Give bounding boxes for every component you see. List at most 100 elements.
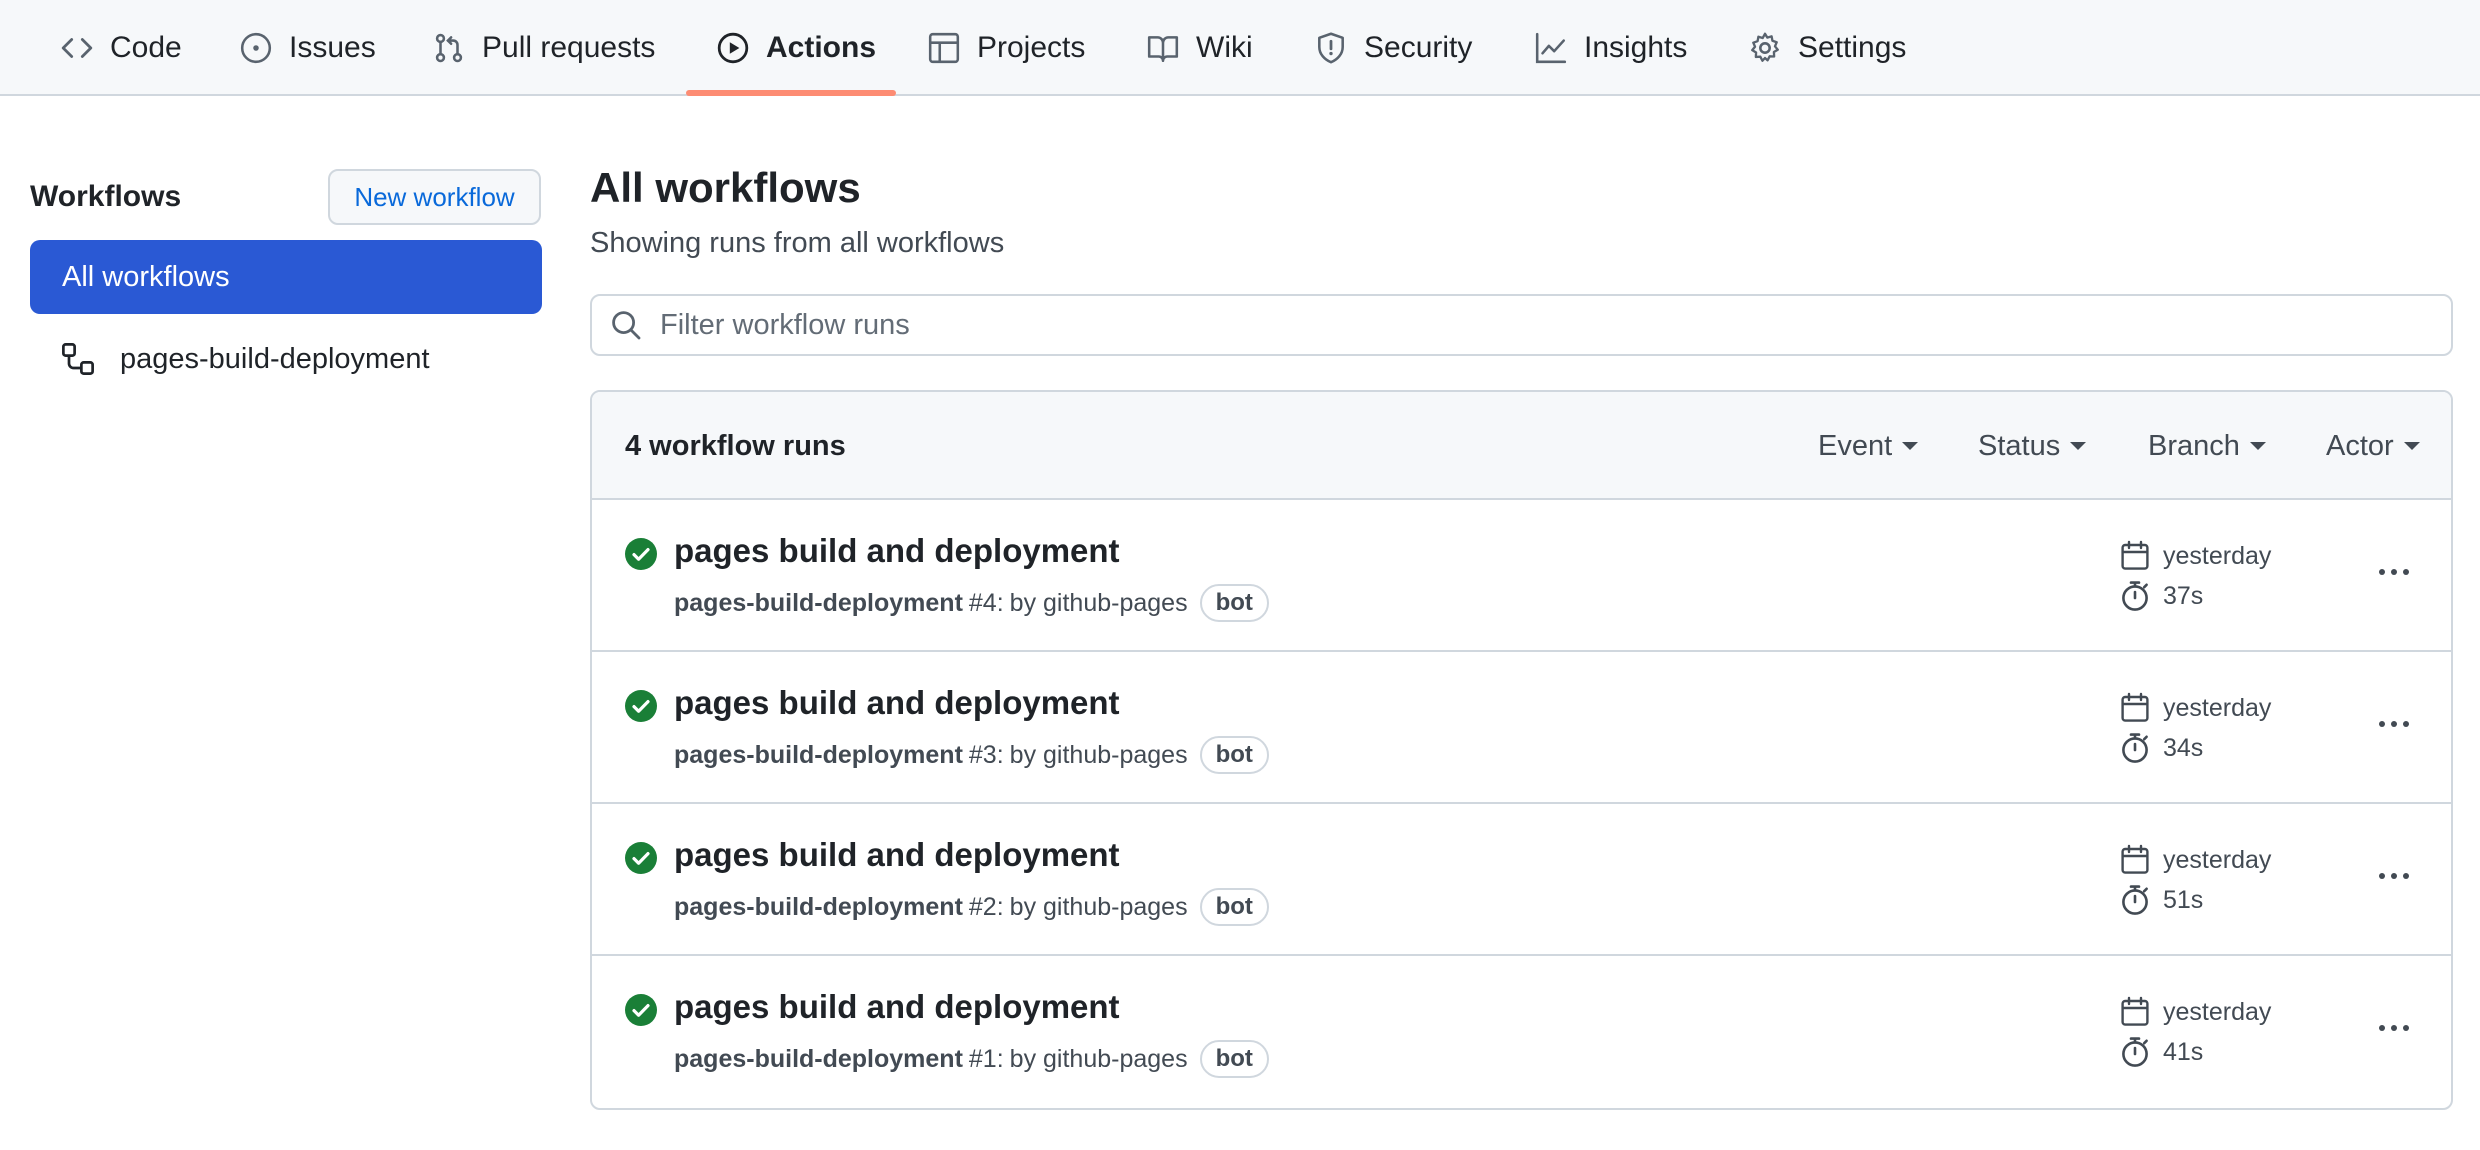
run-title-link[interactable]: pages build and deployment	[674, 988, 1120, 1026]
tab-wiki[interactable]: Wiki	[1134, 0, 1265, 96]
sidebar-item-pages-build-deployment[interactable]: pages-build-deployment	[30, 322, 542, 396]
run-number: #1:	[968, 1044, 1004, 1073]
run-meta: pages-build-deployment #1: by github-pag…	[674, 1040, 1269, 1078]
success-check-icon	[625, 690, 657, 722]
run-title-link[interactable]: pages build and deployment	[674, 532, 1120, 570]
run-meta: pages-build-deployment #3: by github-pag…	[674, 736, 1269, 774]
run-duration: 51s	[2119, 884, 2203, 916]
branch-filter-dropdown[interactable]: Branch	[2148, 392, 2266, 500]
run-title-link[interactable]: pages build and deployment	[674, 836, 1120, 874]
dropdown-label: Status	[1978, 429, 2061, 462]
run-number: #2:	[968, 892, 1004, 921]
sidebar-item-label: All workflows	[62, 260, 230, 293]
workflow-run-row[interactable]: pages build and deployment pages-build-d…	[592, 500, 2451, 652]
tab-label: Actions	[766, 31, 877, 64]
tab-label: Code	[110, 31, 182, 64]
run-actor: by github-pages	[1009, 740, 1188, 769]
pull-request-icon	[435, 33, 463, 63]
bot-badge: bot	[1199, 584, 1269, 622]
tab-settings[interactable]: Settings	[1736, 0, 1918, 96]
event-filter-dropdown[interactable]: Event	[1818, 392, 1919, 500]
sidebar-item-all-workflows[interactable]: All workflows	[30, 240, 542, 314]
filter-box	[590, 294, 2453, 356]
run-title-link[interactable]: pages build and deployment	[674, 684, 1120, 722]
status-filter-dropdown[interactable]: Status	[1978, 392, 2087, 500]
issue-icon	[240, 32, 272, 64]
tab-pull-requests[interactable]: Pull requests	[420, 0, 667, 96]
tab-code[interactable]: Code	[48, 0, 194, 96]
tab-actions[interactable]: Actions	[704, 0, 888, 96]
graph-icon	[1535, 32, 1567, 64]
tab-security[interactable]: Security	[1302, 0, 1484, 96]
calendar-icon	[2121, 540, 2149, 570]
stopwatch-icon	[2122, 1037, 2148, 1067]
kebab-menu-icon[interactable]	[2370, 704, 2418, 744]
tab-label: Wiki	[1196, 31, 1253, 64]
success-check-icon	[625, 994, 657, 1026]
run-actor: by github-pages	[1009, 1044, 1188, 1073]
dropdown-label: Event	[1818, 429, 1893, 462]
run-duration: 34s	[2119, 732, 2203, 764]
play-icon	[717, 32, 749, 64]
kebab-menu-icon[interactable]	[2370, 552, 2418, 592]
runs-header: 4 workflow runs Event Status Branch Acto…	[592, 392, 2451, 500]
workflow-icon	[62, 343, 94, 375]
run-number: #4:	[968, 588, 1004, 617]
selected-tab-underline	[686, 90, 896, 96]
run-meta: pages-build-deployment #4: by github-pag…	[674, 584, 1269, 622]
gear-icon	[1751, 32, 1779, 62]
tab-projects[interactable]: Projects	[915, 0, 1097, 96]
kebab-menu-icon[interactable]	[2370, 856, 2418, 896]
calendar-icon	[2121, 844, 2149, 874]
new-workflow-button[interactable]: New workflow	[328, 169, 541, 225]
run-date-text: yesterday	[2163, 541, 2272, 570]
run-duration-text: 41s	[2163, 1037, 2204, 1066]
run-duration-text: 51s	[2163, 885, 2204, 914]
kebab-menu-icon[interactable]	[2370, 1008, 2418, 1048]
success-check-icon	[625, 842, 657, 874]
caret-down-icon	[2403, 442, 2420, 450]
workflow-run-row[interactable]: pages build and deployment pages-build-d…	[592, 804, 2451, 956]
bot-badge: bot	[1199, 736, 1269, 774]
calendar-icon	[2121, 692, 2149, 722]
tab-label: Settings	[1798, 31, 1907, 64]
run-actor: by github-pages	[1009, 588, 1188, 617]
filter-workflow-runs-input[interactable]	[660, 308, 2360, 342]
run-meta: pages-build-deployment #2: by github-pag…	[674, 888, 1269, 926]
stopwatch-icon	[2122, 885, 2148, 915]
caret-down-icon	[1902, 442, 1919, 450]
run-actor: by github-pages	[1009, 892, 1188, 921]
run-date: yesterday	[2119, 540, 2271, 572]
tab-label: Security	[1364, 31, 1473, 64]
tab-label: Pull requests	[482, 31, 656, 64]
workflow-run-row[interactable]: pages build and deployment pages-build-d…	[592, 956, 2451, 1108]
run-date-text: yesterday	[2163, 693, 2272, 722]
book-icon	[1147, 36, 1179, 63]
run-date: yesterday	[2119, 996, 2271, 1028]
run-duration-text: 37s	[2163, 581, 2204, 610]
stopwatch-icon	[2122, 733, 2148, 763]
shield-icon	[1318, 32, 1344, 64]
calendar-icon	[2121, 996, 2149, 1026]
run-date: yesterday	[2119, 844, 2271, 876]
run-workflow-name: pages-build-deployment	[674, 740, 963, 769]
page-title: All workflows	[590, 164, 861, 211]
tab-label: Insights	[1584, 31, 1688, 64]
success-check-icon	[625, 538, 657, 570]
code-icon	[61, 38, 93, 58]
workflow-run-row[interactable]: pages build and deployment pages-build-d…	[592, 652, 2451, 804]
bot-badge: bot	[1199, 1040, 1269, 1078]
dropdown-label: Branch	[2148, 429, 2240, 462]
bot-badge: bot	[1199, 888, 1269, 926]
sidebar-item-label: pages-build-deployment	[120, 342, 430, 375]
search-icon	[612, 311, 641, 340]
run-duration: 37s	[2119, 580, 2203, 612]
tab-insights[interactable]: Insights	[1522, 0, 1699, 96]
dropdown-label: Actor	[2326, 429, 2394, 462]
run-date-text: yesterday	[2163, 845, 2272, 874]
tab-issues[interactable]: Issues	[227, 0, 388, 96]
tab-label: Issues	[289, 31, 376, 64]
actor-filter-dropdown[interactable]: Actor	[2326, 392, 2420, 500]
run-date-text: yesterday	[2163, 997, 2272, 1026]
repo-nav: Code Issues Pull requests Actions Projec…	[0, 0, 2480, 96]
